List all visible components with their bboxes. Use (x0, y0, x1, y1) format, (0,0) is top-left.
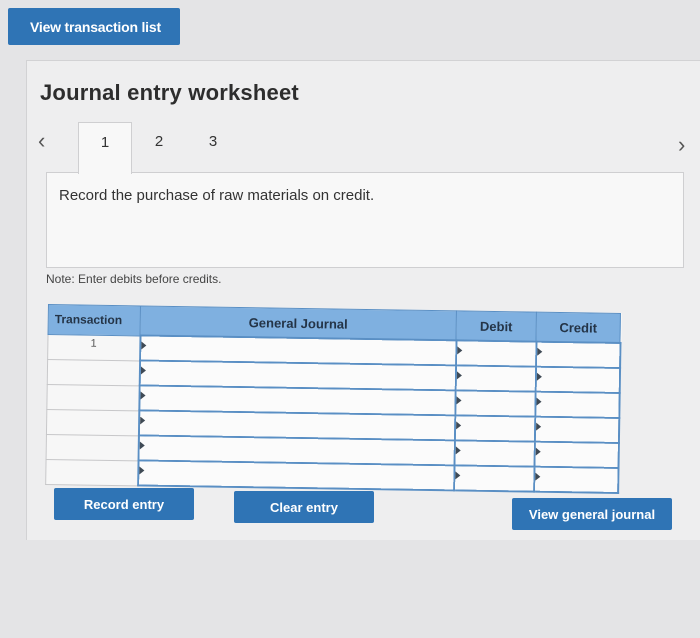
caret-right-icon (456, 371, 462, 380)
view-transaction-list-button[interactable]: View transaction list (8, 8, 180, 45)
transaction-cell (46, 433, 139, 461)
debit-input[interactable] (453, 465, 535, 492)
tab-2[interactable]: 2 (132, 122, 186, 170)
instruction-box: Record the purchase of raw materials on … (46, 172, 684, 268)
caret-right-icon (535, 447, 541, 456)
credit-input[interactable] (534, 441, 619, 468)
view-general-journal-button[interactable]: View general journal (512, 498, 672, 530)
caret-right-icon (536, 347, 542, 356)
record-entry-button[interactable]: Record entry (54, 488, 194, 520)
tab-1[interactable]: 1 (78, 122, 132, 174)
caret-right-icon (455, 446, 461, 455)
caret-right-icon (140, 391, 146, 400)
transaction-cell (46, 383, 140, 411)
debit-input[interactable] (454, 390, 536, 417)
caret-right-icon (536, 372, 542, 381)
header-debit: Debit (455, 310, 537, 342)
debit-input[interactable] (455, 340, 536, 367)
clear-entry-button[interactable]: Clear entry (234, 491, 374, 523)
debit-input[interactable] (454, 440, 535, 467)
caret-right-icon (534, 472, 540, 481)
caret-right-icon (455, 396, 462, 405)
caret-right-icon (535, 397, 542, 406)
caret-right-icon (139, 441, 145, 450)
debit-input[interactable] (454, 415, 535, 442)
debit-input[interactable] (455, 365, 536, 392)
credit-input[interactable] (534, 416, 619, 443)
transaction-cell (47, 359, 140, 386)
caret-right-icon (455, 421, 461, 430)
caret-right-icon (456, 346, 462, 355)
header-transaction: Transaction (48, 304, 141, 336)
caret-right-icon (454, 471, 460, 480)
chevron-right-icon[interactable]: › (678, 134, 685, 156)
account-select[interactable] (137, 460, 455, 491)
transaction-cell (46, 408, 139, 436)
tab-3[interactable]: 3 (186, 122, 240, 170)
header-credit: Credit (535, 312, 621, 343)
instruction-text: Record the purchase of raw materials on … (59, 187, 375, 204)
page-title: Journal entry worksheet (40, 80, 299, 105)
credit-input[interactable] (533, 466, 618, 493)
caret-right-icon (140, 341, 146, 350)
credit-input[interactable] (535, 341, 620, 368)
chevron-left-icon[interactable]: ‹ (38, 130, 45, 152)
note-text: Note: Enter debits before credits. (46, 272, 222, 286)
journal-table: Transaction General Journal Debit Credit… (45, 304, 622, 494)
transaction-cell: 1 (47, 334, 141, 361)
credit-input[interactable] (534, 391, 620, 418)
caret-right-icon (139, 416, 145, 425)
transaction-cell (45, 458, 139, 486)
caret-right-icon (138, 466, 144, 475)
caret-right-icon (535, 422, 541, 431)
caret-right-icon (140, 366, 146, 375)
credit-input[interactable] (535, 366, 620, 393)
